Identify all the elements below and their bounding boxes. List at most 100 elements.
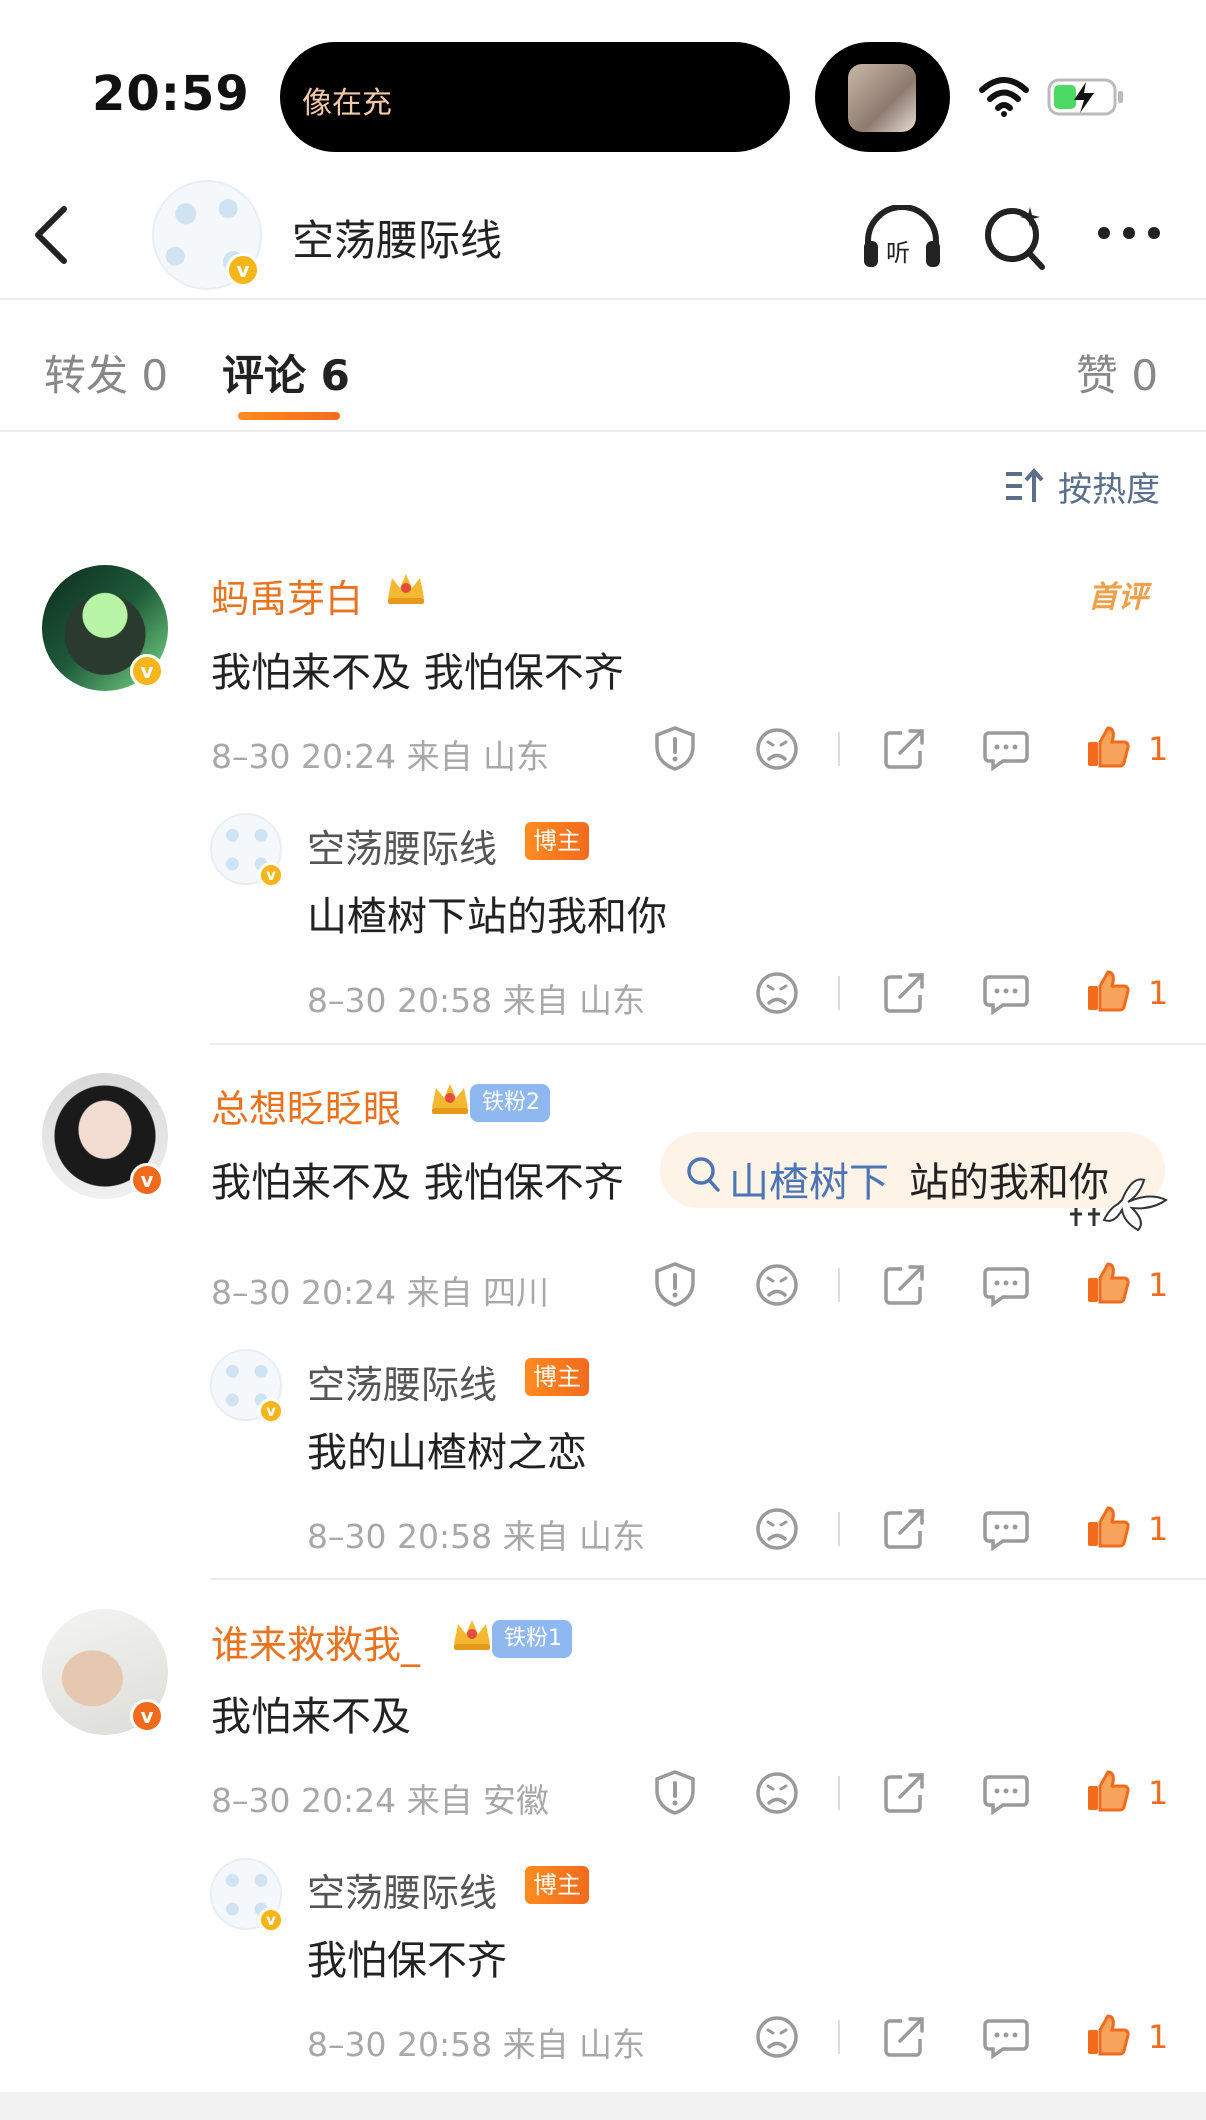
tab-comments[interactable]: 评论 6 <box>222 342 350 403</box>
like-count: 1 <box>1148 1266 1169 1304</box>
like-count: 1 <box>1148 1774 1169 1812</box>
crown-badge-icon <box>454 1620 490 1650</box>
verified-badge-icon: v <box>226 253 260 287</box>
fan-level-badge: 铁粉1 <box>492 1620 572 1658</box>
sort-icon[interactable] <box>1004 466 1044 506</box>
tab-bar: 转发 0 评论 6 赞 0 <box>0 300 1206 432</box>
verified-badge-icon: v <box>130 1163 164 1197</box>
like-thumb-icon[interactable] <box>1086 1260 1130 1306</box>
blogger-badge: 博主 <box>525 822 589 860</box>
blogger-badge: 博主 <box>525 1866 589 1904</box>
dynamic-island[interactable]: 像在充 <box>280 42 790 152</box>
action-separator <box>838 976 840 1010</box>
search-keyword-link[interactable]: 山楂树下 <box>729 1150 889 1208</box>
tab-likes[interactable]: 赞 0 <box>1076 342 1158 403</box>
commenter-name[interactable]: 蚂禹芽白 <box>211 568 363 623</box>
status-time: 20:59 <box>92 66 250 122</box>
reply-author-name[interactable]: 空荡腰际线 <box>307 818 497 873</box>
report-icon[interactable] <box>653 1261 697 1307</box>
reply-bubble-icon[interactable] <box>983 2017 1029 2059</box>
comment-meta: 8–30 20:24 来自 山东 <box>211 737 550 776</box>
dislike-face-icon[interactable] <box>755 1771 799 1815</box>
like-count: 1 <box>1148 1510 1169 1548</box>
svg-text:听: 听 <box>886 239 910 267</box>
comment-divider <box>210 1578 1206 1580</box>
verified-badge-icon: v <box>258 1398 284 1424</box>
sort-by-hot[interactable]: 按热度 <box>1058 462 1160 511</box>
active-tab-indicator <box>238 412 340 420</box>
top-navbar: v 空荡腰际线 听 <box>0 165 1206 300</box>
lily-flower-sticker-icon <box>1070 1178 1168 1232</box>
share-icon[interactable] <box>882 971 926 1015</box>
reply-bubble-icon[interactable] <box>983 1509 1029 1551</box>
wifi-icon <box>979 77 1029 117</box>
like-thumb-icon[interactable] <box>1086 1768 1130 1814</box>
comment-text: 我怕来不及 我怕保不齐 <box>211 1160 624 1206</box>
reply-bubble-icon[interactable] <box>983 1773 1029 1815</box>
island-text: 像在充 <box>302 86 392 121</box>
action-separator <box>838 2020 840 2054</box>
back-chevron-icon[interactable] <box>30 205 74 265</box>
like-thumb-icon[interactable] <box>1086 968 1130 1014</box>
action-separator <box>838 732 840 766</box>
status-bar: 20:59 像在充 <box>0 0 1206 165</box>
verified-badge-icon: v <box>258 1907 284 1933</box>
share-icon[interactable] <box>882 2015 926 2059</box>
reply-author-name[interactable]: 空荡腰际线 <box>307 1862 497 1917</box>
listen-headphones-icon[interactable]: 听 <box>860 205 944 271</box>
crown-badge-icon <box>432 1084 468 1114</box>
verified-badge-icon: v <box>130 1699 164 1733</box>
report-icon[interactable] <box>653 1769 697 1815</box>
reply-bubble-icon[interactable] <box>983 729 1029 771</box>
like-thumb-icon[interactable] <box>1086 1504 1130 1550</box>
tab-reposts[interactable]: 转发 0 <box>44 342 168 403</box>
dislike-face-icon[interactable] <box>755 1263 799 1307</box>
reply-bubble-icon[interactable] <box>983 973 1029 1015</box>
comment-divider <box>210 1043 1206 1045</box>
comment-text: 我怕来不及 我怕保不齐 <box>211 650 624 696</box>
dislike-face-icon[interactable] <box>755 2015 799 2059</box>
crown-badge-icon <box>388 574 424 604</box>
dislike-face-icon[interactable] <box>755 1507 799 1551</box>
action-separator <box>838 1512 840 1546</box>
reply-meta: 8–30 20:58 来自 山东 <box>307 1517 646 1556</box>
comment-meta: 8–30 20:24 来自 安徽 <box>211 1781 550 1820</box>
verified-badge-icon: v <box>258 862 284 888</box>
like-thumb-icon[interactable] <box>1086 724 1130 770</box>
share-icon[interactable] <box>882 727 926 771</box>
like-count: 1 <box>1148 2018 1169 2056</box>
comment-meta: 8–30 20:24 来自 四川 <box>211 1273 550 1312</box>
like-count: 1 <box>1148 974 1169 1012</box>
battery-charging-icon <box>1047 78 1123 116</box>
reply-text: 我的山楂树之恋 <box>307 1430 587 1476</box>
search-icon <box>687 1157 720 1192</box>
share-icon[interactable] <box>882 1507 926 1551</box>
share-icon[interactable] <box>882 1263 926 1307</box>
bottom-edge <box>0 2092 1206 2120</box>
reply-meta: 8–30 20:58 来自 山东 <box>307 2025 646 2064</box>
action-separator <box>838 1268 840 1302</box>
verified-badge-icon: v <box>130 654 164 688</box>
reply-author-name[interactable]: 空荡腰际线 <box>307 1354 497 1409</box>
dislike-face-icon[interactable] <box>755 971 799 1015</box>
commenter-name[interactable]: 谁来救救我_ <box>211 1614 420 1669</box>
action-separator <box>838 1776 840 1810</box>
report-icon[interactable] <box>653 725 697 771</box>
first-comment-tag: 首评 <box>1088 580 1148 615</box>
reply-bubble-icon[interactable] <box>983 1265 1029 1307</box>
fan-level-badge: 铁粉2 <box>470 1084 550 1122</box>
search-sparkle-icon[interactable] <box>982 203 1048 273</box>
like-thumb-icon[interactable] <box>1086 2012 1130 2058</box>
commenter-name[interactable]: 总想眨眨眼 <box>211 1078 401 1133</box>
reply-text: 我怕保不齐 <box>307 1938 507 1984</box>
comment-text: 我怕来不及 <box>211 1694 411 1740</box>
island-media[interactable] <box>815 42 950 152</box>
author-name[interactable]: 空荡腰际线 <box>292 207 502 268</box>
more-dots-icon[interactable] <box>1096 225 1162 241</box>
reply-text: 山楂树下站的我和你 <box>307 894 667 940</box>
blogger-badge: 博主 <box>525 1358 589 1396</box>
media-thumbnail <box>848 64 916 132</box>
share-icon[interactable] <box>882 1771 926 1815</box>
dislike-face-icon[interactable] <box>755 727 799 771</box>
like-count: 1 <box>1148 730 1169 768</box>
